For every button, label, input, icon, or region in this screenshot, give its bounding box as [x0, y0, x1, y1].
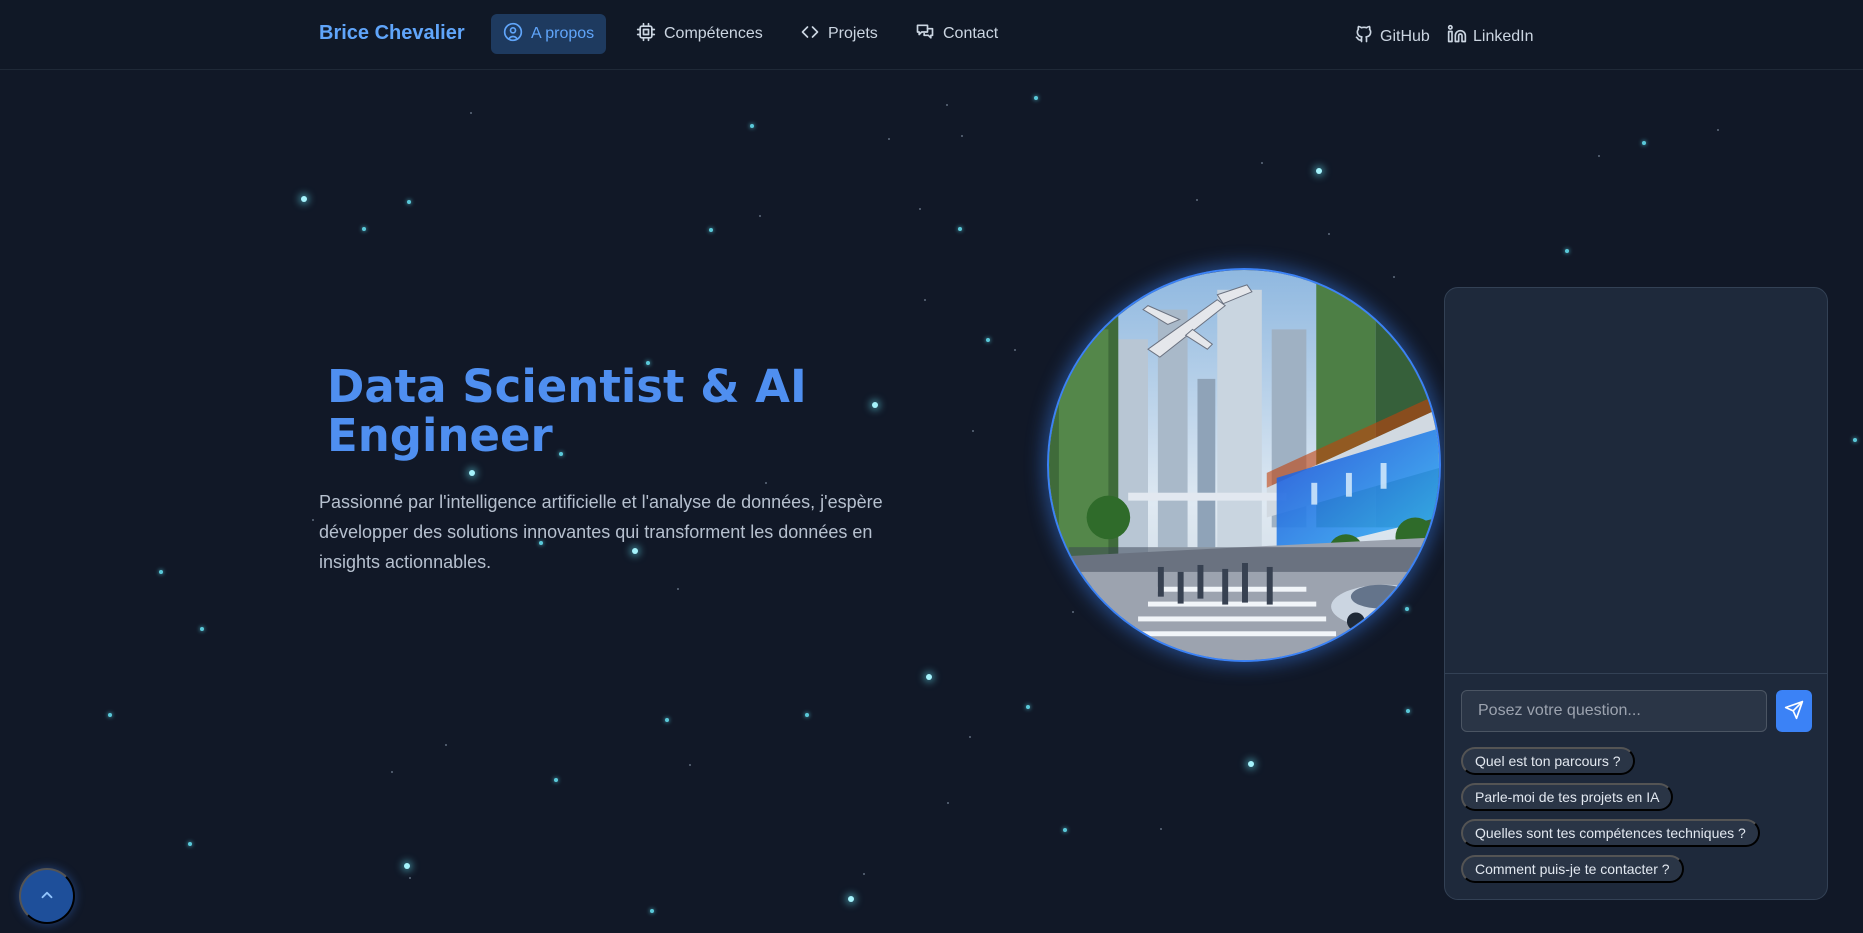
nav-label: Compétences	[664, 25, 763, 42]
chat-suggestion-contact[interactable]: Comment puis-je te contacter ?	[1461, 855, 1684, 883]
user-circle-icon	[503, 22, 523, 47]
chat-question-input[interactable]	[1461, 690, 1767, 732]
hero-title: Data Scientist & AI Engineer	[327, 360, 807, 462]
linkedin-icon	[1447, 24, 1467, 49]
cpu-icon	[636, 22, 656, 47]
chat-messages-area[interactable]	[1445, 288, 1827, 673]
top-navbar: Brice Chevalier A propos Compétences Pro…	[0, 0, 1863, 70]
nav-label: Contact	[943, 25, 999, 42]
chat-send-button[interactable]	[1776, 690, 1812, 732]
github-icon	[1354, 24, 1374, 49]
nav-item-a-propos[interactable]: A propos	[491, 14, 607, 54]
github-link[interactable]: GitHub	[1354, 24, 1430, 49]
chat-suggestion-projets-ia[interactable]: Parle-moi de tes projets en IA	[1461, 783, 1674, 811]
nav-item-contact[interactable]: Contact	[903, 14, 1010, 54]
github-label: GitHub	[1380, 27, 1430, 45]
chevron-up-icon	[38, 886, 56, 907]
nav-label: Projets	[828, 25, 878, 42]
nav-item-projets[interactable]: Projets	[788, 14, 890, 54]
linkedin-label: LinkedIn	[1473, 27, 1534, 45]
chat-bubbles-icon	[915, 22, 935, 47]
futuristic-city-illustration	[1047, 268, 1441, 662]
linkedin-link[interactable]: LinkedIn	[1447, 24, 1534, 49]
hero-description: Passionné par l'intelligence artificiell…	[319, 492, 883, 572]
brand-logo-link[interactable]: Brice Chevalier	[319, 22, 465, 45]
scroll-to-top-button[interactable]	[19, 868, 75, 924]
chatbot-panel: Quel est ton parcours ? Parle-moi de tes…	[1444, 287, 1828, 900]
code-icon	[800, 22, 820, 47]
chat-suggestion-competences[interactable]: Quelles sont tes compétences techniques …	[1461, 819, 1760, 847]
send-icon	[1784, 700, 1804, 723]
chat-suggestion-parcours[interactable]: Quel est ton parcours ?	[1461, 747, 1635, 775]
chat-divider	[1445, 673, 1827, 674]
nav-label: A propos	[531, 25, 595, 42]
nav-item-competences[interactable]: Compétences	[624, 14, 775, 54]
